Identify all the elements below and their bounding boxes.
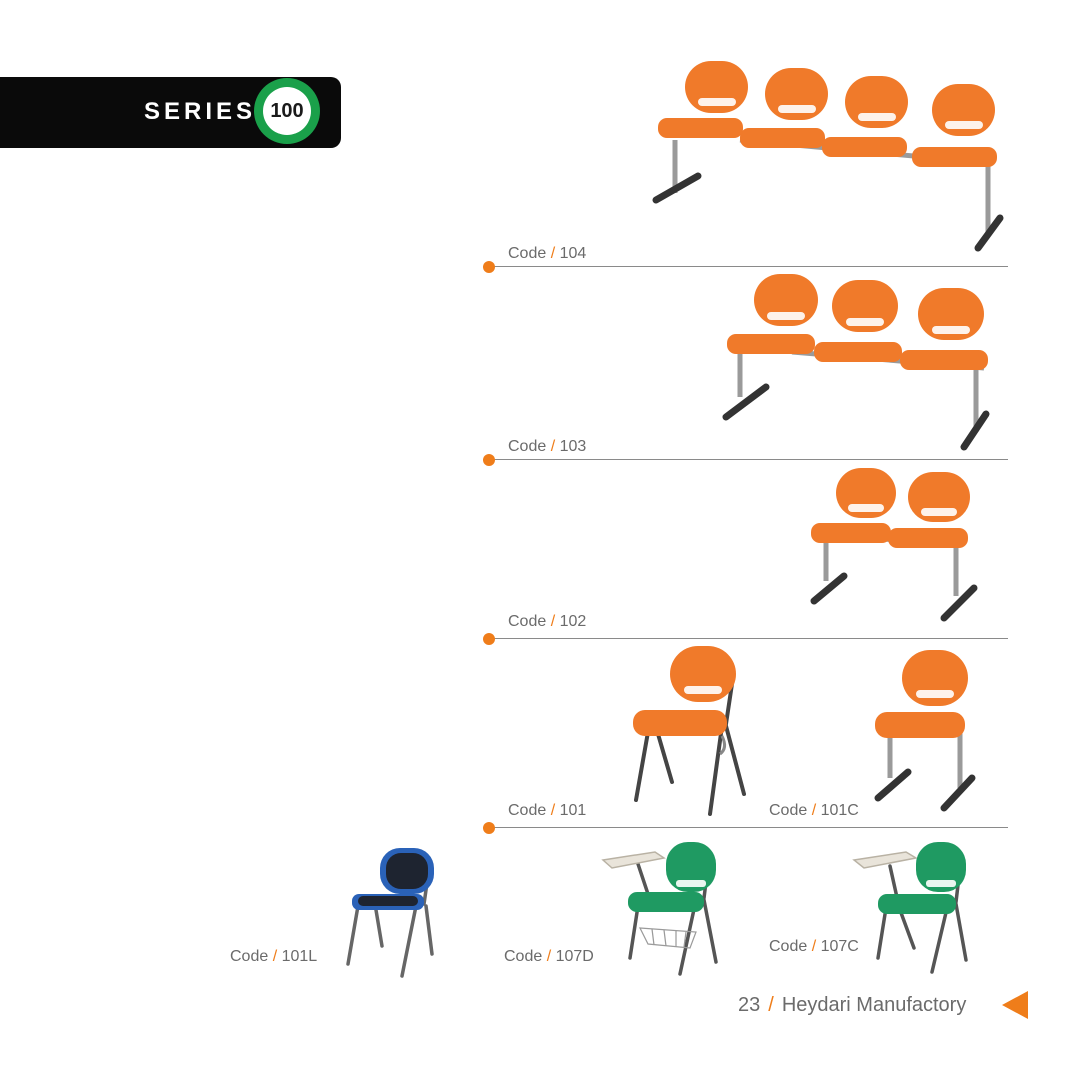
bullet-dot: [483, 633, 495, 645]
chair-image-101: [633, 646, 746, 816]
bullet-dot: [483, 822, 495, 834]
series-number-badge: 100: [254, 78, 320, 144]
code-label-107d: Code / 107D: [504, 948, 594, 965]
page-footer: 23/Heydari Manufactory: [738, 994, 967, 1016]
bullet-dot: [483, 454, 495, 466]
chair-image-107d: [601, 842, 718, 976]
code-label-102: Code / 102: [508, 613, 587, 630]
series-number: 100: [263, 87, 311, 135]
chair-image-104: [652, 61, 1004, 252]
code-label-101c: Code / 101C: [769, 802, 859, 819]
divider-103: [490, 459, 1008, 460]
divider-102: [490, 638, 1008, 639]
code-label-103: Code / 103: [508, 438, 587, 455]
code-label-101l: Code / 101L: [230, 948, 318, 965]
divider-101: [490, 827, 1008, 828]
chair-image-101l: [346, 848, 434, 978]
chair-image-102: [810, 468, 978, 622]
chair-image-103: [722, 274, 990, 451]
divider-104: [490, 266, 1008, 267]
code-label-107c: Code / 107C: [769, 938, 859, 955]
code-label-104: Code / 104: [508, 245, 587, 262]
chair-image-101c: [874, 650, 976, 812]
bullet-dot: [483, 261, 495, 273]
code-label-101: Code / 101: [508, 802, 587, 819]
triangle-left-icon[interactable]: [1002, 991, 1028, 1019]
chair-image-107c: [852, 842, 968, 974]
series-title: SERIES: [144, 98, 257, 125]
company-name: Heydari Manufactory: [781, 994, 967, 1016]
page-number: 23: [738, 994, 761, 1016]
